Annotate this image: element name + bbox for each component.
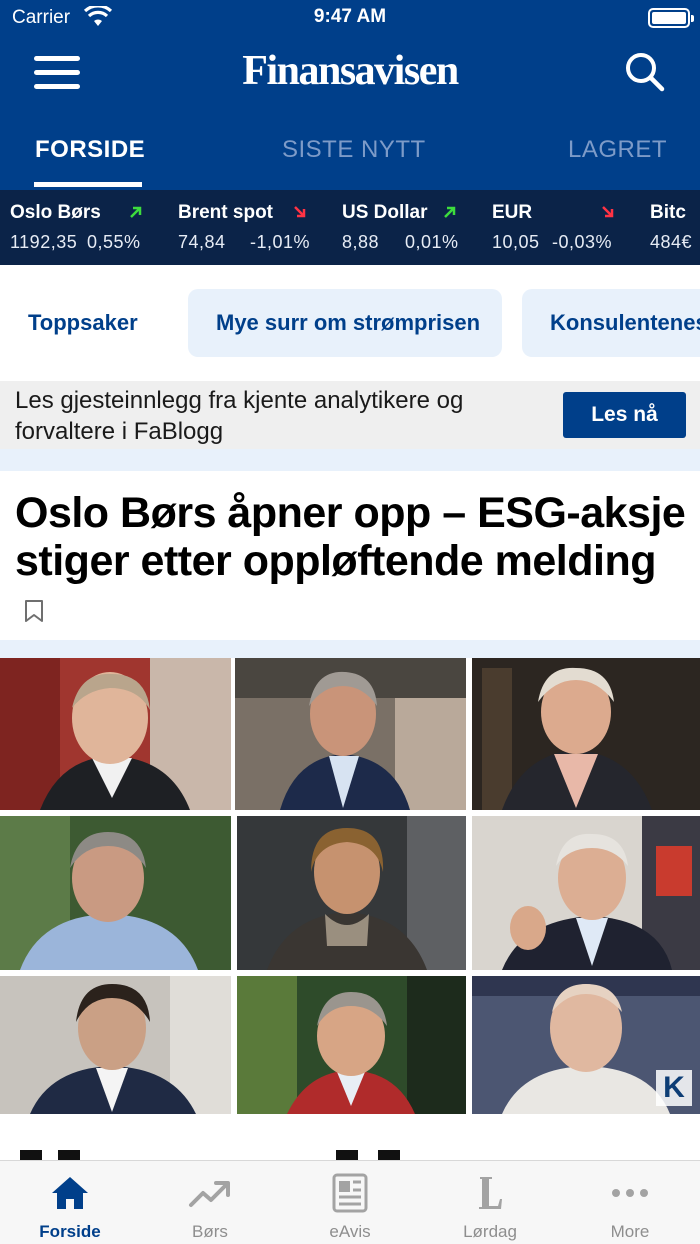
tabbar-more[interactable]: More: [560, 1161, 700, 1244]
portrait-photo: [237, 816, 466, 970]
tabbar-forside[interactable]: Forside: [0, 1161, 140, 1244]
tabbar-eavis[interactable]: eAvis: [280, 1161, 420, 1244]
tabbar-label: Lørdag: [463, 1222, 517, 1241]
tabbar-label: Børs: [192, 1222, 228, 1241]
portrait-grid[interactable]: K: [0, 658, 700, 1114]
portrait-photo: [237, 976, 466, 1114]
arrow-up-icon: [444, 206, 456, 218]
active-tab-indicator: [34, 182, 142, 187]
tab-siste-nytt[interactable]: SISTE NYTT: [282, 136, 426, 164]
chip-konsulentenes[interactable]: Konsulentenes: [522, 289, 700, 357]
ticker-value: 1192,35: [10, 232, 78, 252]
arrow-up-icon: [130, 206, 142, 218]
article-headline[interactable]: Oslo Børs åpner opp – ESG-aksje stiger e…: [15, 489, 695, 585]
k-badge: K: [656, 1070, 692, 1106]
tab-lagret[interactable]: LAGRET: [568, 136, 667, 164]
topic-chips: Toppsaker Mye surr om strømprisen Konsul…: [0, 265, 700, 381]
ticker-value: 74,84: [178, 232, 226, 252]
bookmark-icon[interactable]: [24, 599, 44, 623]
home-icon: [52, 1177, 88, 1209]
portrait-photo: [0, 816, 231, 970]
ticker-name: Bitc: [650, 202, 686, 223]
ticker-item-brent-spot[interactable]: Brent spot 74,84 -1,01%: [178, 190, 328, 265]
fablogg-promo: Les gjesteinnlegg fra kjente analytikere…: [0, 381, 700, 449]
ticker-value: 10,05: [492, 232, 540, 252]
portrait-photo: [472, 816, 700, 970]
ticker-change: 0,01%: [405, 232, 459, 252]
app-header: Finansavisen FORSIDE SISTE NYTT LAGRET: [0, 36, 700, 190]
tabbar-lordag[interactable]: Lørdag: [420, 1161, 560, 1244]
portrait-photo: [472, 658, 700, 810]
bottom-tab-bar: Forside Børs eAvis Lørdag More: [0, 1160, 700, 1244]
next-article-peek[interactable]: [0, 1114, 700, 1162]
portrait-photo: [0, 976, 231, 1114]
arrow-down-icon: [602, 206, 614, 218]
ticker-item-oslo-bors[interactable]: Oslo Børs 1192,35 0,55%: [10, 190, 170, 265]
ticker-value: 484€: [650, 232, 693, 252]
promo-text: Les gjesteinnlegg fra kjente analytikere…: [15, 387, 464, 445]
ticker-change: -0,03%: [552, 232, 613, 252]
chip-mye-surr-om-stromprisen[interactable]: Mye surr om strømprisen: [188, 289, 502, 357]
clock: 9:47 AM: [313, 6, 387, 27]
ticker-value: 8,88: [342, 232, 380, 252]
app-logo: Finansavisen: [242, 48, 459, 94]
ticker-name: EUR: [492, 202, 533, 223]
ticker-change: 0,55%: [87, 232, 141, 252]
les-na-button[interactable]: Les nå: [563, 392, 686, 438]
search-icon[interactable]: [620, 48, 670, 96]
ticker-item-eur[interactable]: EUR 10,05 -0,03%: [492, 190, 642, 265]
letter-l-icon: [479, 1177, 502, 1209]
ticker-item-bitcoin[interactable]: Bitc 484€: [650, 190, 700, 265]
newspaper-icon: [332, 1173, 368, 1213]
chip-toppsaker[interactable]: Toppsaker: [28, 289, 138, 357]
ticker-item-us-dollar[interactable]: US Dollar 8,88 0,01%: [342, 190, 482, 265]
portrait-photo: [0, 658, 231, 810]
section-divider: [0, 449, 700, 471]
tabbar-label: More: [610, 1222, 650, 1241]
top-tabs: FORSIDE SISTE NYTT LAGRET: [0, 126, 700, 190]
trending-up-icon: [189, 1181, 230, 1207]
ticker-name: US Dollar: [342, 202, 428, 223]
battery-icon: [648, 8, 694, 28]
ticker-change: -1,01%: [250, 232, 311, 252]
tabbar-bors[interactable]: Børs: [140, 1161, 280, 1244]
status-bar: Carrier 9:47 AM: [0, 0, 700, 36]
more-dots-icon: [612, 1189, 648, 1197]
tabbar-label: Forside: [39, 1222, 101, 1241]
top-article[interactable]: Oslo Børs åpner opp – ESG-aksje stiger e…: [0, 471, 700, 640]
ticker-name: Brent spot: [178, 202, 273, 223]
ticker-name: Oslo Børs: [10, 202, 101, 223]
arrow-down-icon: [294, 206, 306, 218]
market-ticker[interactable]: Oslo Børs 1192,35 0,55% Brent spot 74,84…: [0, 190, 700, 265]
tabbar-label: eAvis: [329, 1222, 371, 1241]
portrait-photo: K: [472, 976, 700, 1114]
section-divider: [0, 640, 700, 658]
portrait-photo: [235, 658, 466, 810]
tab-forside[interactable]: FORSIDE: [35, 136, 145, 164]
